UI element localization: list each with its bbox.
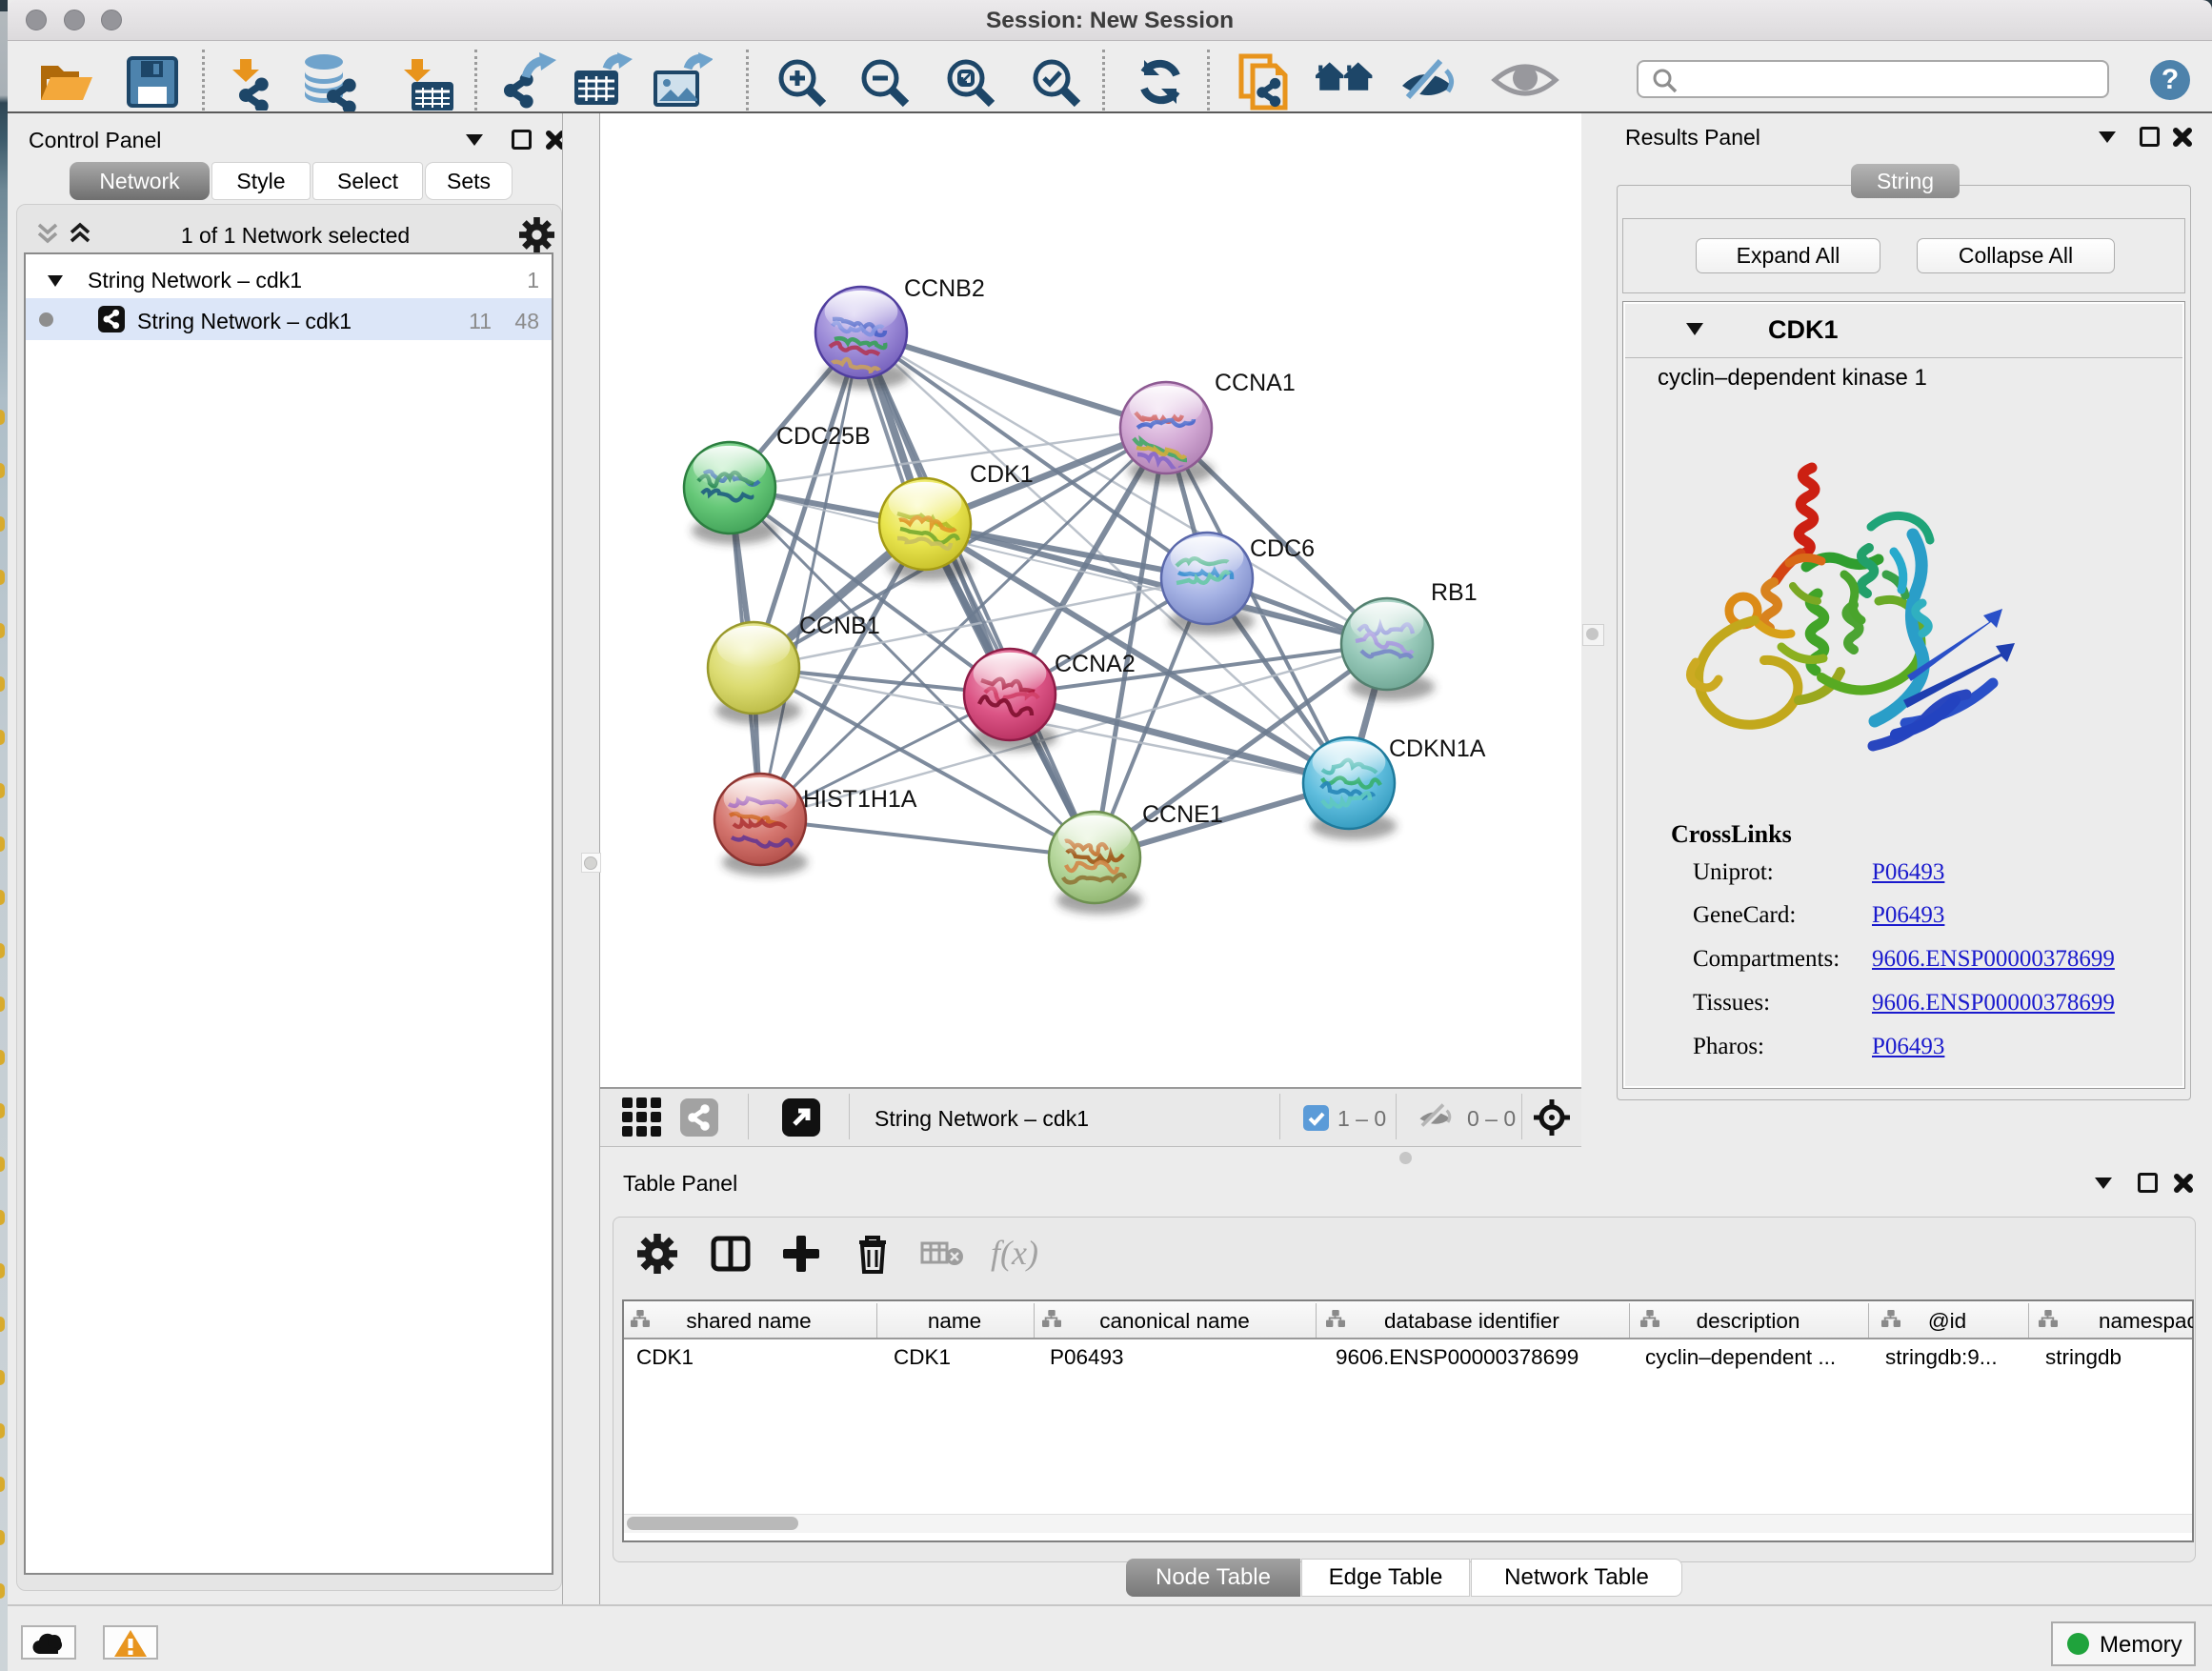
svg-text:HIST1H1A: HIST1H1A <box>803 786 917 813</box>
svg-text:CDC25B: CDC25B <box>776 423 871 450</box>
svg-text:CCNB2: CCNB2 <box>904 275 985 302</box>
svg-text:CDC6: CDC6 <box>1250 535 1315 562</box>
svg-text:CDKN1A: CDKN1A <box>1389 735 1486 762</box>
svg-text:CCNA2: CCNA2 <box>1055 651 1136 677</box>
svg-text:RB1: RB1 <box>1431 579 1478 606</box>
svg-text:CCNA1: CCNA1 <box>1215 370 1296 396</box>
svg-text:CCNE1: CCNE1 <box>1142 801 1223 828</box>
svg-text:CCNB1: CCNB1 <box>799 613 880 639</box>
svg-text:CDK1: CDK1 <box>970 461 1034 488</box>
svg-text:?: ? <box>2162 64 2179 95</box>
